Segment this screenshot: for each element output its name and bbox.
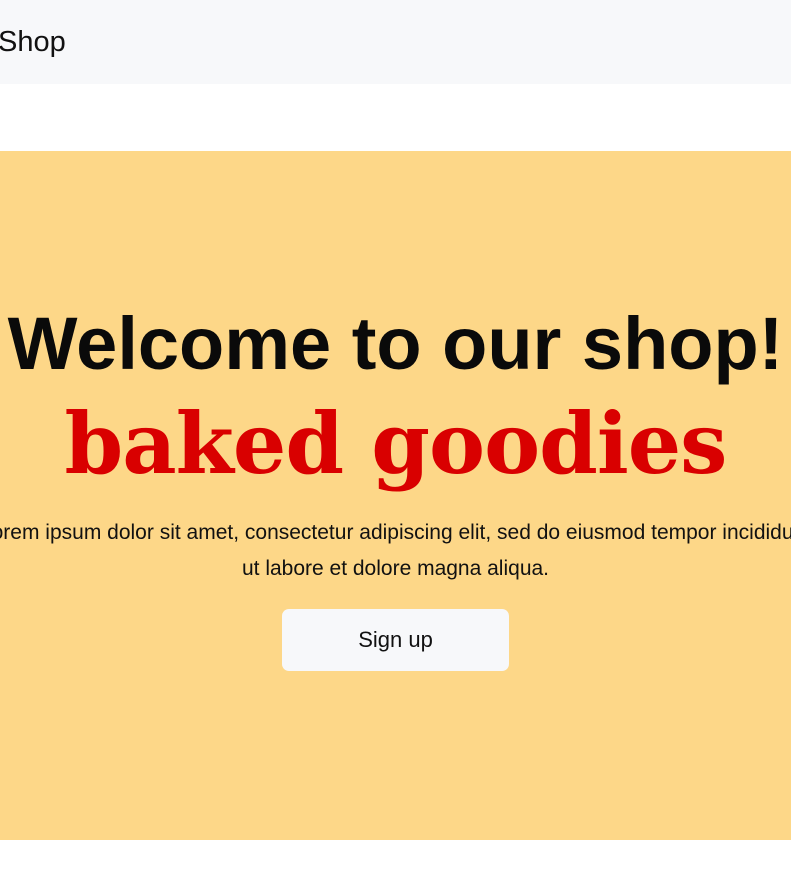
hero-description-line-2: ut labore et dolore magna aliqua. [241,557,550,580]
hero-section: Welcome to our shop! baked goodies Lorem… [0,151,791,840]
brand-logo-text[interactable]: Shop [0,24,66,60]
hero-title: Welcome to our shop! [7,302,784,385]
navbar: Shop [0,0,791,84]
hero-description: Lorem ipsum dolor sit amet, consectetur … [0,515,791,587]
hero-subtitle: baked goodies [64,394,728,493]
sign-up-button[interactable]: Sign up [282,609,509,671]
hero-description-line-1: Lorem ipsum dolor sit amet, consectetur … [0,521,791,544]
